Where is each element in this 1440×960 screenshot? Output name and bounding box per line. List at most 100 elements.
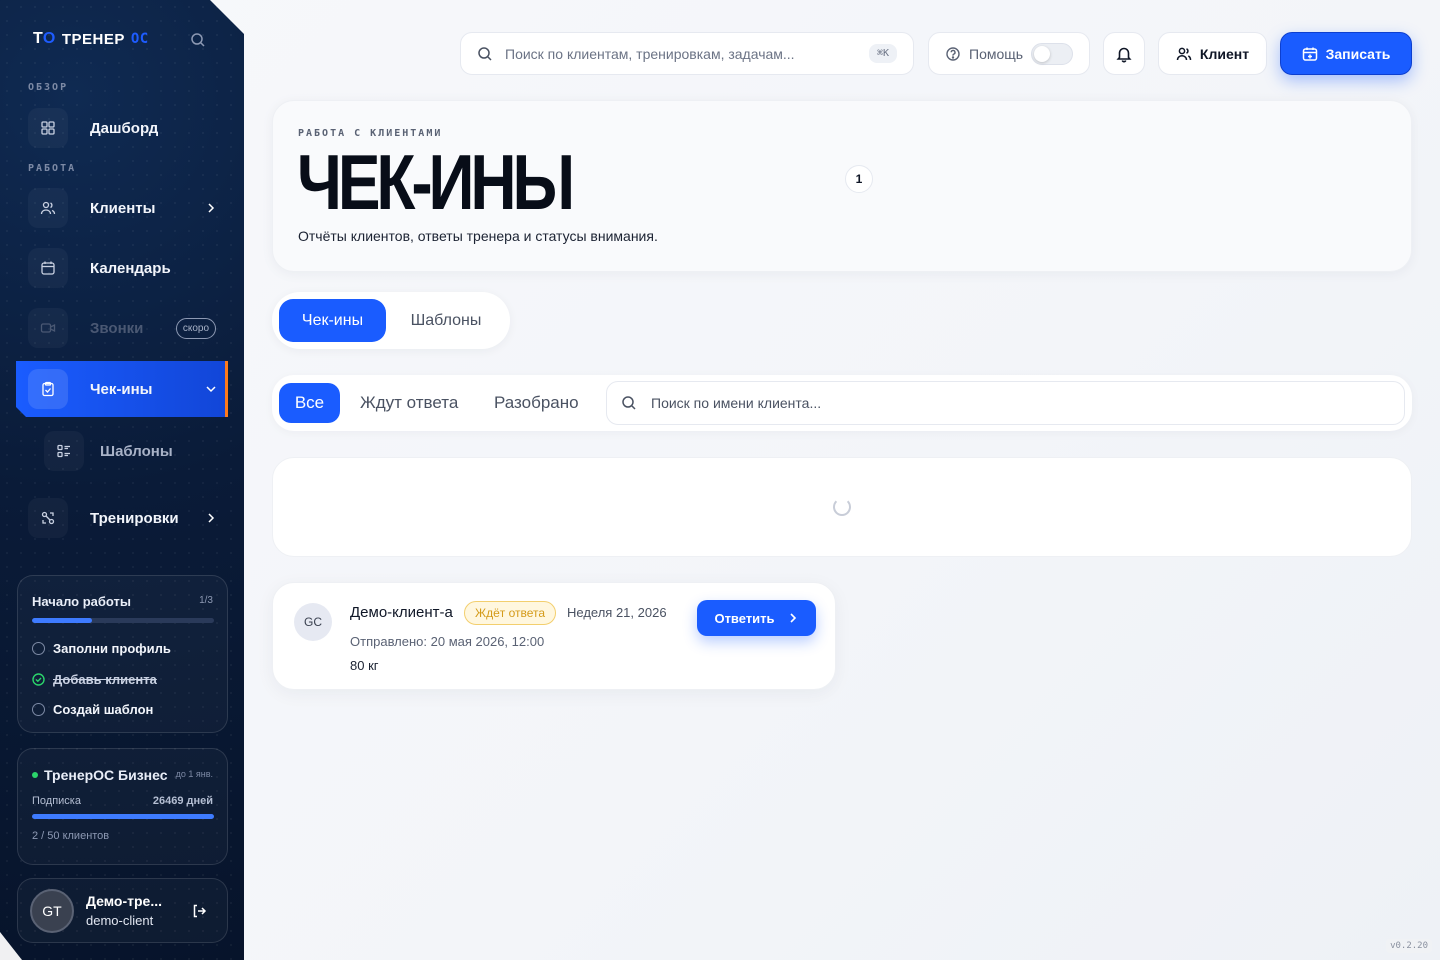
sidebar-item-workouts[interactable]: Тренировки — [28, 498, 228, 538]
view-tabs: Чек-ины Шаблоны — [272, 292, 510, 349]
book-button[interactable]: Записать — [1280, 32, 1412, 75]
plan-sub-label: Подписка — [32, 795, 81, 807]
count-badge: 1 — [845, 165, 873, 193]
checkin-week: Неделя 21, 2026 — [567, 605, 667, 620]
page-description: Отчёты клиентов, ответы тренера и статус… — [298, 228, 658, 244]
plan-clients: 2 / 50 клиентов — [32, 830, 110, 842]
version-label: v0.2.20 — [1386, 939, 1432, 953]
reply-button-label: Ответить — [714, 610, 775, 626]
onboarding-card: Начало работы 1/3 Заполни профиль Добавь… — [17, 575, 228, 733]
bell-icon — [1115, 45, 1133, 63]
sidebar-item-label: Тренировки — [90, 509, 179, 527]
sidebar: ТО ТРЕНЕР ОС ОБЗОР Дашборд РАБОТА Клиент… — [0, 0, 244, 960]
checkin-card[interactable]: GC Демо-клиент-а Ждёт ответа Неделя 21, … — [272, 582, 836, 690]
shortcut-badge: ⌘K — [868, 44, 897, 63]
user-name: Демо-тре... — [86, 893, 162, 909]
chevron-right-icon — [204, 201, 218, 215]
logo-accent: ОС — [130, 31, 149, 47]
sidebar-item-label: Календарь — [90, 259, 171, 277]
status-dot — [32, 772, 38, 778]
calendar-plus-icon — [1302, 46, 1318, 62]
clipboard-icon — [28, 369, 68, 409]
soon-badge: скоро — [175, 317, 216, 339]
plan-days: 26469 дней — [152, 795, 213, 807]
plan-progress — [32, 814, 214, 819]
filter-reviewed[interactable]: Разобрано — [494, 383, 579, 423]
corner-decoration — [0, 932, 22, 960]
sidebar-item-label: Чек-ины — [90, 380, 153, 398]
user-card[interactable]: GT Демо-тре... demo-client — [17, 878, 228, 943]
users-icon — [28, 188, 68, 228]
logo-text: ТРЕНЕР — [61, 30, 125, 48]
chevron-down-icon — [204, 382, 218, 396]
task-label: Заполни профиль — [53, 641, 171, 656]
grid-icon — [28, 108, 68, 148]
search-placeholder: Поиск по клиентам, тренировкам, задачам.… — [505, 45, 795, 62]
plan-until: до 1 янв. — [175, 769, 213, 779]
help-switch[interactable] — [1031, 42, 1073, 65]
sidebar-item-calendar[interactable]: Календарь — [28, 248, 228, 288]
task-label: Создай шаблон — [53, 702, 154, 717]
filter-waiting[interactable]: Ждут ответа — [360, 383, 458, 423]
video-icon — [28, 308, 68, 348]
sidebar-item-checkins[interactable]: Чек-ины — [28, 369, 228, 409]
avatar: GT — [30, 889, 74, 933]
page-title: ЧЕК-ИНЫ — [297, 138, 575, 226]
sidebar-item-label: Звонки — [90, 319, 144, 337]
checkin-sent: Отправлено: 20 мая 2026, 12:00 — [350, 634, 545, 649]
filter-all[interactable]: Все — [279, 383, 340, 423]
global-search-input[interactable]: Поиск по клиентам, тренировкам, задачам.… — [460, 32, 914, 75]
circle-icon — [32, 642, 45, 655]
search-icon — [477, 46, 493, 62]
sidebar-item-clients[interactable]: Клиенты — [28, 188, 228, 228]
check-circle-icon — [32, 673, 45, 686]
calendar-icon — [28, 248, 68, 288]
search-icon[interactable] — [190, 32, 206, 48]
spinner-icon — [833, 498, 851, 516]
book-button-label: Записать — [1325, 45, 1391, 62]
chevron-right-icon — [204, 511, 218, 525]
client-button[interactable]: Клиент — [1158, 32, 1267, 75]
search-placeholder: Поиск по имени клиента... — [651, 395, 822, 411]
onboarding-task[interactable]: Заполни профиль — [32, 641, 171, 656]
sidebar-item-label: Дашборд — [90, 119, 159, 137]
plan-name: ТренерОС Бизнес — [32, 767, 168, 783]
section-label-work: РАБОТА — [28, 163, 77, 174]
onboarding-task[interactable]: Создай шаблон — [32, 702, 153, 717]
task-label: Добавь клиента — [53, 672, 157, 687]
dumbbell-icon — [28, 498, 68, 538]
list-icon — [44, 431, 84, 471]
progress-fill — [32, 618, 93, 623]
chevron-right-icon — [787, 612, 799, 624]
tab-templates[interactable]: Шаблоны — [396, 299, 496, 342]
onboarding-task[interactable]: Добавь клиента — [32, 672, 157, 687]
switch-knob — [1034, 45, 1051, 62]
avatar: GC — [294, 603, 332, 641]
user-icon — [1176, 46, 1192, 62]
logo[interactable]: ТО ТРЕНЕР ОС — [33, 30, 149, 48]
notifications-button[interactable] — [1103, 32, 1145, 75]
sidebar-item-dashboard[interactable]: Дашборд — [28, 108, 228, 148]
subscription-card[interactable]: ТренерОС Бизнес до 1 янв. Подписка 26469… — [17, 748, 228, 865]
sidebar-subitem-templates[interactable]: Шаблоны — [44, 431, 228, 471]
onboarding-progress — [32, 618, 214, 623]
sidebar-item-label: Шаблоны — [100, 442, 173, 460]
help-label: Помощь — [969, 45, 1024, 62]
page-header: РАБОТА С КЛИЕНТАМИ ЧЕК-ИНЫ 1 Отчёты клие… — [272, 100, 1412, 272]
help-toggle[interactable]: Помощь — [928, 32, 1090, 75]
client-search-input[interactable]: Поиск по имени клиента... — [606, 381, 1405, 425]
checkin-weight: 80 кг — [350, 658, 379, 673]
client-button-label: Клиент — [1199, 45, 1250, 62]
onboarding-count: 1/3 — [199, 595, 213, 606]
client-name: Демо-клиент-а — [350, 604, 453, 621]
circle-icon — [32, 703, 45, 716]
sidebar-item-label: Клиенты — [90, 199, 156, 217]
tab-checkins[interactable]: Чек-ины — [279, 299, 386, 342]
search-icon — [621, 395, 637, 411]
sidebar-item-calls: Звонки скоро — [28, 308, 228, 348]
logout-icon[interactable] — [191, 903, 207, 919]
progress-fill — [32, 814, 214, 819]
status-badge: Ждёт ответа — [464, 601, 557, 625]
loading-panel — [272, 457, 1412, 557]
reply-button[interactable]: Ответить — [697, 600, 816, 636]
